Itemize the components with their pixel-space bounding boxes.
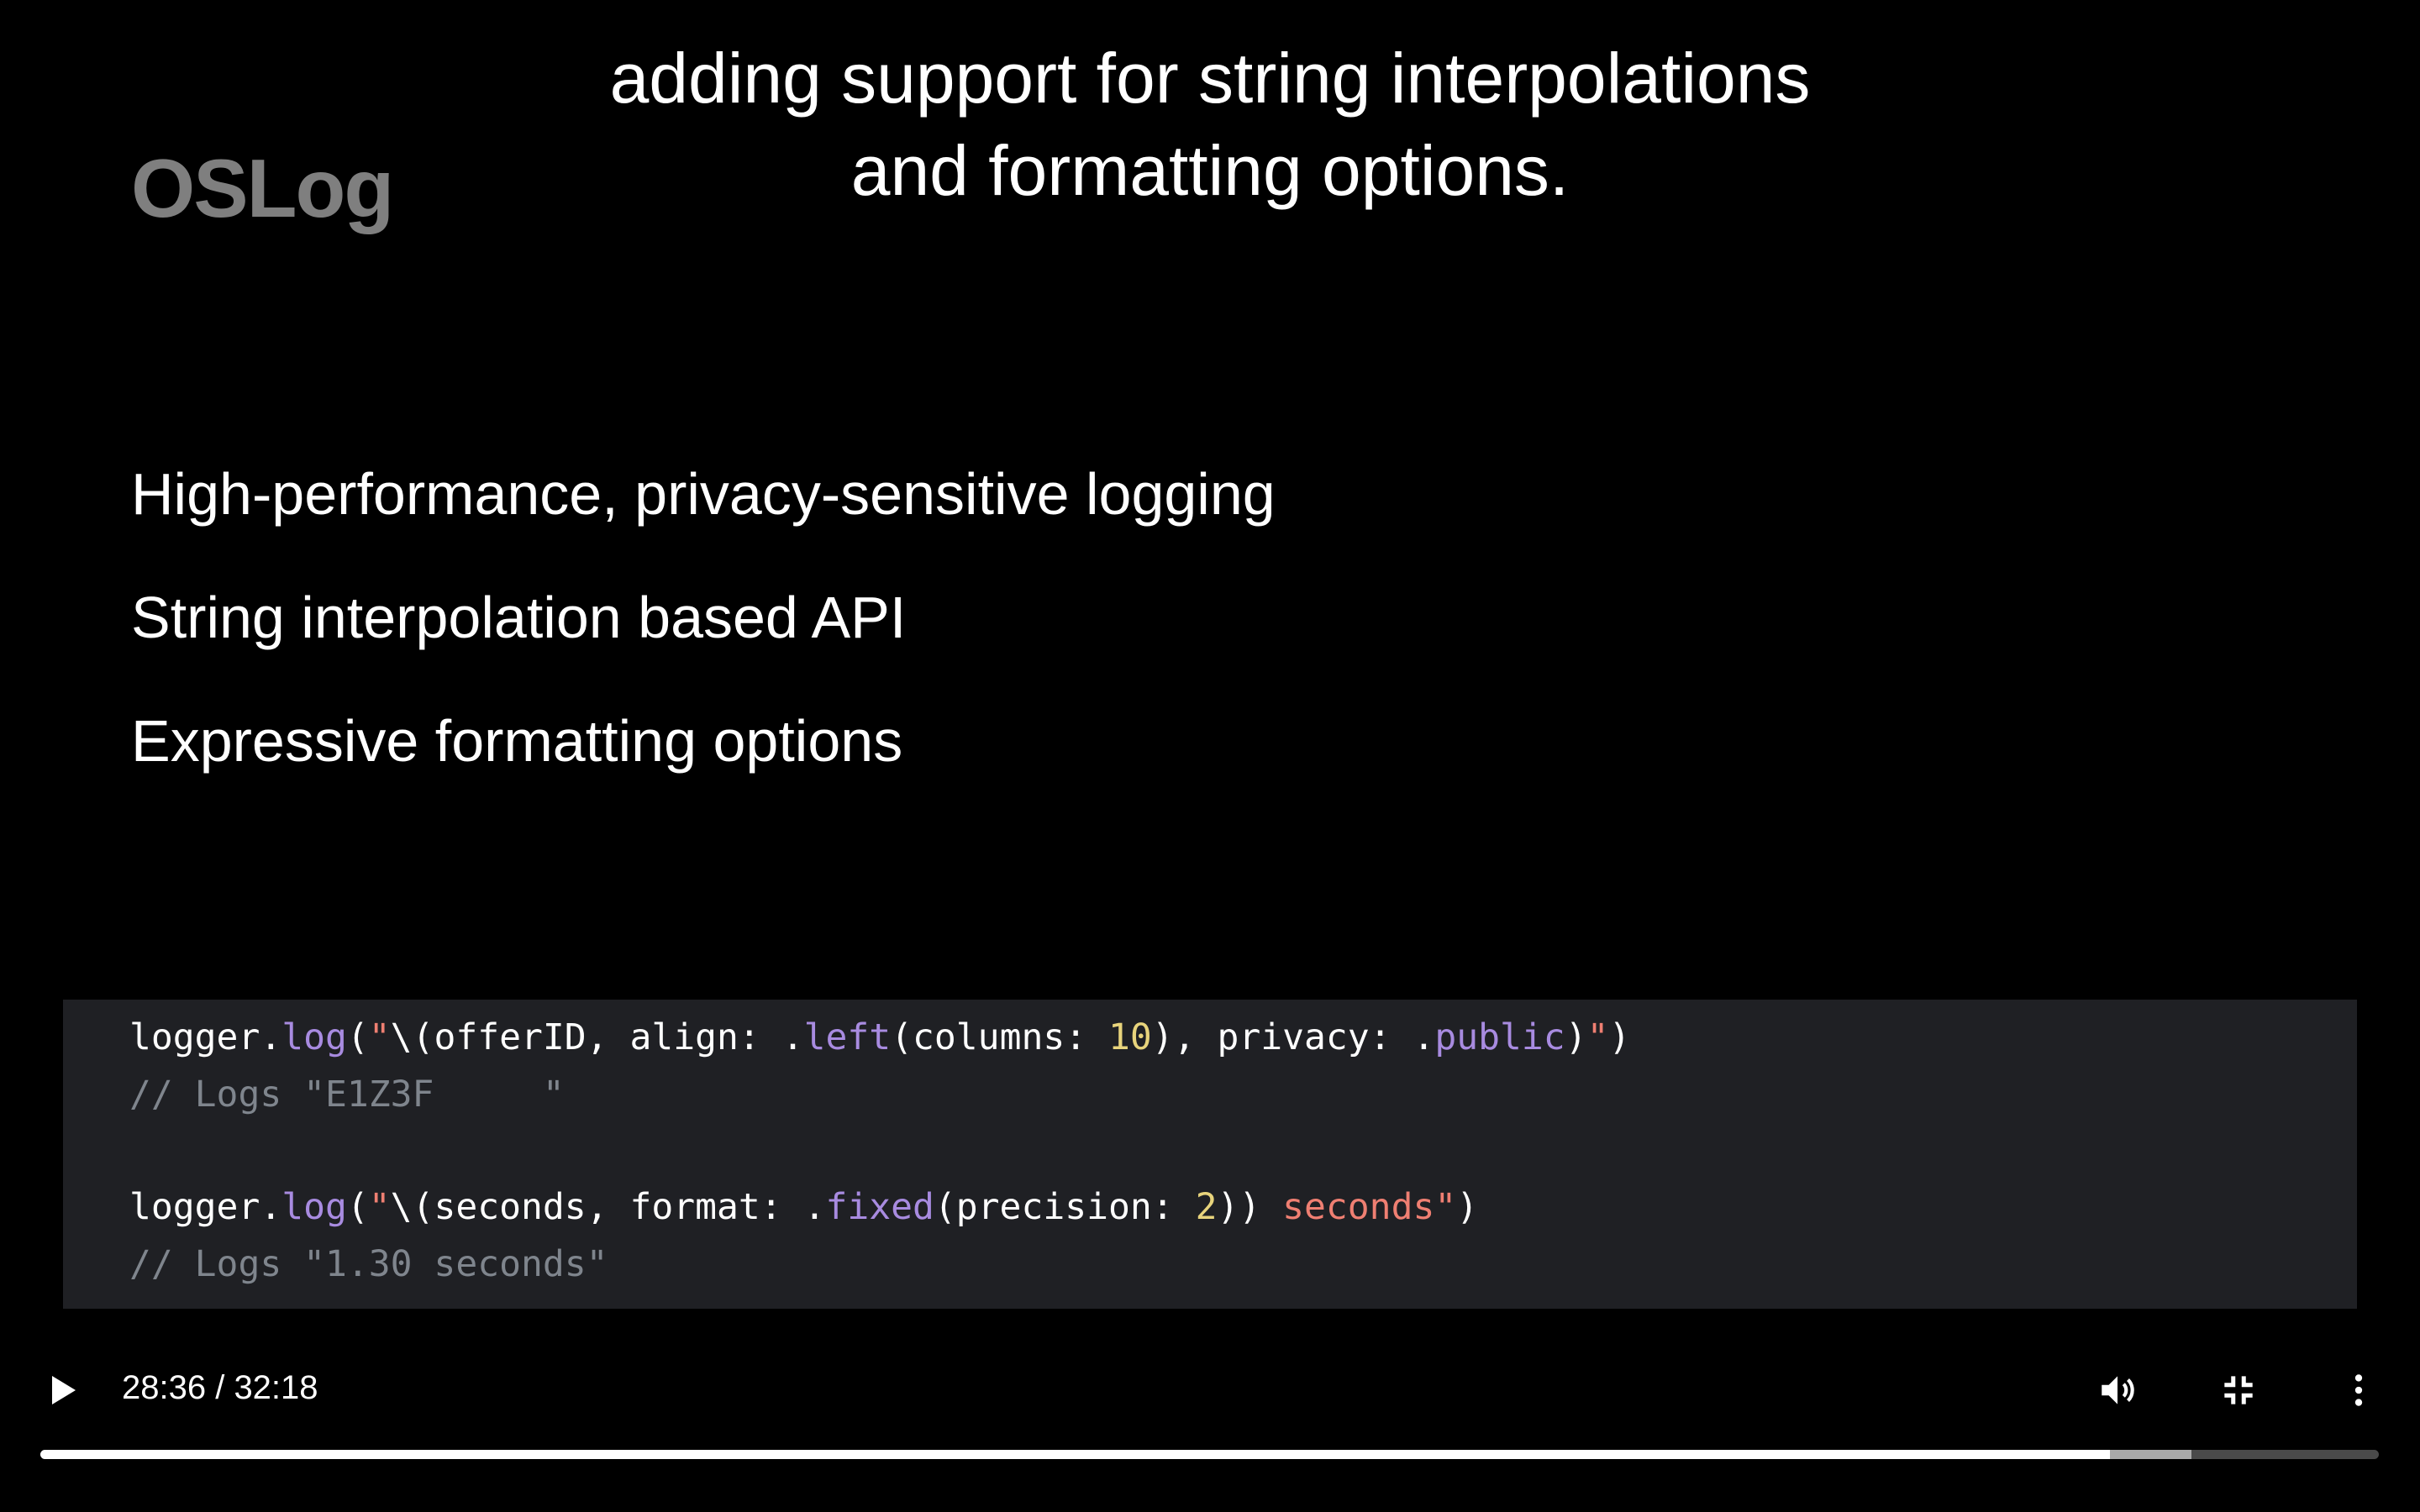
code-token: log	[281, 1186, 347, 1228]
code-token: (	[346, 1186, 369, 1228]
code-token: logger.	[129, 1016, 282, 1058]
code-token: \(offerID, align: .	[390, 1016, 804, 1058]
bullet-2: String interpolation based API	[131, 585, 907, 650]
play-icon[interactable]	[52, 1376, 76, 1404]
exit-fullscreen-icon[interactable]	[2217, 1369, 2260, 1411]
code-token: "	[368, 1016, 391, 1058]
code-token: (	[346, 1016, 369, 1058]
code-token: log	[281, 1016, 347, 1058]
code-token: 10	[1108, 1016, 1152, 1058]
code-token: )	[1565, 1016, 1587, 1058]
code-token: (columns:	[891, 1016, 1109, 1058]
code-token: "	[368, 1186, 391, 1228]
caption-line-1: adding support for string interpolations	[609, 39, 1811, 118]
code-token: fixed	[825, 1186, 934, 1228]
code-comment-1: // Logs "E1Z3F "	[129, 1074, 565, 1116]
code-line-1: logger.log("\(offerID, align: .left(colu…	[129, 1016, 1630, 1058]
code-line-2: logger.log("\(seconds, format: .fixed(pr…	[129, 1186, 1478, 1228]
bullet-3: Expressive formatting options	[131, 708, 903, 774]
code-token: seconds"	[1282, 1186, 1457, 1228]
code-block: logger.log("\(offerID, align: .left(colu…	[63, 1000, 2357, 1309]
code-token: public	[1434, 1016, 1565, 1058]
more-icon[interactable]	[2338, 1369, 2380, 1411]
slide-title: OSLog	[131, 142, 394, 234]
code-token: "	[1586, 1016, 1609, 1058]
time-display: 28:36 / 32:18	[122, 1369, 318, 1406]
seek-bar[interactable]	[40, 1450, 2379, 1459]
code-token: (precision:	[934, 1186, 1196, 1228]
code-token: logger.	[129, 1186, 282, 1228]
video-controls: 28:36 / 32:18	[0, 1344, 2420, 1512]
code-token: ))	[1217, 1186, 1283, 1228]
code-token: ), privacy: .	[1151, 1016, 1435, 1058]
code-token: \(seconds, format: .	[390, 1186, 826, 1228]
volume-icon[interactable]	[2096, 1369, 2139, 1411]
code-token: )	[1456, 1186, 1479, 1228]
code-token: 2	[1195, 1186, 1218, 1228]
code-comment-2: // Logs "1.30 seconds"	[129, 1243, 608, 1285]
code-token: )	[1608, 1016, 1631, 1058]
code-token: left	[803, 1016, 892, 1058]
played-bar	[40, 1450, 2110, 1459]
bullet-1: High-performance, privacy-sensitive logg…	[131, 461, 1276, 527]
